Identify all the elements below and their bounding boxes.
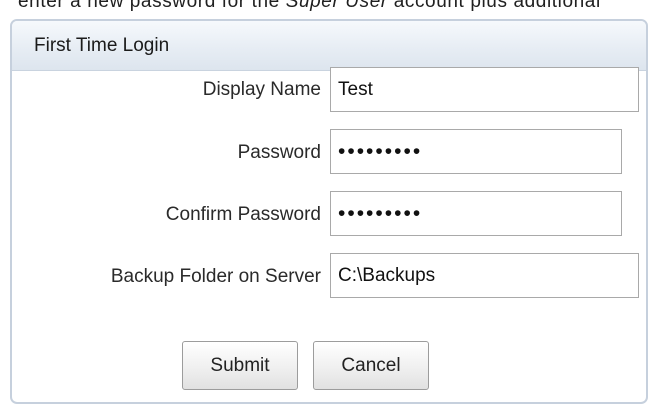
instruction-text: enter a new password for the Super User … bbox=[18, 0, 601, 13]
confirm-password-input[interactable] bbox=[330, 191, 622, 236]
instruction-text-emphasis: Super User bbox=[285, 0, 388, 12]
display-name-input[interactable] bbox=[330, 67, 639, 112]
instruction-text-part: enter a new password for the bbox=[18, 0, 286, 12]
cancel-button[interactable]: Cancel bbox=[313, 341, 429, 390]
password-label: Password bbox=[237, 142, 321, 163]
instruction-text-part: account plus additional bbox=[387, 0, 601, 12]
password-input[interactable] bbox=[330, 129, 622, 174]
first-time-login-dialog: First Time Login Display Name Password C… bbox=[10, 19, 648, 404]
backup-folder-input[interactable] bbox=[330, 253, 639, 298]
page: enter a new password for the Super User … bbox=[0, 0, 657, 413]
submit-button[interactable]: Submit bbox=[182, 341, 298, 390]
login-form: Display Name Password Confirm Password B… bbox=[12, 21, 646, 402]
confirm-password-label: Confirm Password bbox=[165, 204, 321, 225]
backup-folder-label: Backup Folder on Server bbox=[110, 266, 321, 287]
display-name-label: Display Name bbox=[202, 79, 321, 100]
